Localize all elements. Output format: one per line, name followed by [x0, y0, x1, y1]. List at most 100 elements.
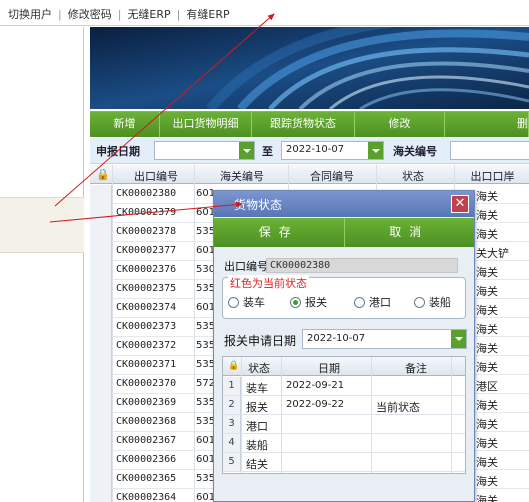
seamless-erp-link[interactable]: 无缝ERP [127, 8, 170, 21]
cell-status: 装船 [246, 439, 268, 452]
row-header[interactable] [90, 261, 112, 280]
row-header[interactable] [90, 299, 112, 318]
row-number: 3 [223, 415, 241, 433]
radio-label: 港口 [369, 296, 391, 309]
cell-export-no: CK00002377 [116, 245, 177, 256]
cell-date: 2022-09-22 [286, 399, 345, 410]
chevron-down-icon[interactable] [239, 142, 254, 159]
radio-dot[interactable] [354, 296, 365, 308]
table-row[interactable]: 2 报关 2022-09-22 当前状态 [223, 396, 465, 415]
to-label: 至 [262, 145, 273, 158]
date-to-field[interactable]: 2022-10-07 [281, 141, 384, 160]
declare-date-label: 申报日期 [96, 145, 140, 158]
cell-export-port: 海关 [476, 304, 498, 317]
cancel-button[interactable]: 取消 [345, 218, 475, 247]
selected-nav-item[interactable] [0, 197, 84, 253]
change-password-link[interactable]: 修改密码 [68, 8, 112, 21]
cell-export-no: CK00002379 [116, 207, 177, 218]
separator: | [58, 8, 62, 21]
row-header[interactable] [90, 413, 112, 432]
row-header[interactable] [90, 280, 112, 299]
cell-export-port: 海关 [476, 361, 498, 374]
table-row[interactable]: 4 装船 [223, 434, 465, 453]
table-row[interactable]: 5 结关 [223, 453, 465, 472]
row-header[interactable] [90, 356, 112, 375]
radio-label: 报关 [305, 296, 327, 309]
save-button[interactable]: 保存 [214, 218, 345, 247]
cell-export-no: CK00002372 [116, 340, 177, 351]
delete-button[interactable]: 删 [445, 112, 529, 137]
dialog-button-bar: 保存 取消 [214, 218, 474, 247]
lock-icon: 🔒 [96, 168, 110, 181]
col-date: 日期 [318, 362, 340, 375]
col-note: 备注 [405, 362, 427, 375]
cell-export-no: CK00002370 [116, 378, 177, 389]
table-row[interactable]: 3 港口 [223, 415, 465, 434]
status-history-table: 🔒 状态 日期 备注 1 装车 2022-09-21 2 报关 2022-09-22 当前状… [222, 356, 466, 474]
decl-date-label: 报关申请日期 [224, 334, 297, 348]
cell-export-no: CK00002380 [116, 188, 177, 199]
chevron-down-icon[interactable] [368, 142, 383, 159]
close-icon[interactable]: ✕ [451, 195, 469, 213]
cell-status: 报关 [246, 401, 268, 414]
export-no-label: 出口编号: [224, 260, 272, 273]
status-legend: 红色为当前状态 [228, 275, 309, 291]
date-to-value: 2022-10-07 [286, 144, 345, 155]
cell-export-port: 海关 [476, 190, 498, 203]
row-header[interactable] [90, 451, 112, 470]
add-button[interactable]: 新增 [90, 112, 160, 137]
col-contract-no[interactable]: 合同编号 [288, 168, 376, 184]
radio-dot[interactable] [228, 296, 239, 308]
row-header[interactable] [90, 470, 112, 489]
track-goods-status-button[interactable]: 跟踪货物状态 [252, 112, 355, 137]
goods-status-dialog: 货物状态 ✕ 保存 取消 出口编号: CK00002380 红色为当前状态 装车… [213, 190, 475, 502]
radio-dot[interactable] [414, 296, 425, 308]
col-export-port[interactable]: 出口口岸 [456, 168, 529, 184]
banner-art [90, 27, 529, 109]
col-customs-no[interactable]: 海关编号 [196, 168, 288, 184]
dialog-title-bar[interactable]: 货物状态 ✕ [214, 191, 474, 217]
row-header[interactable] [90, 185, 112, 204]
cell-export-port: 海关 [476, 228, 498, 241]
seamed-erp-link[interactable]: 有缝ERP [186, 8, 229, 21]
radio-label: 装车 [243, 296, 265, 309]
cell-export-port: 海关 [476, 437, 498, 450]
row-header[interactable] [90, 337, 112, 356]
cell-export-no: CK00002369 [116, 397, 177, 408]
decl-date-field[interactable]: 2022-10-07 [302, 329, 467, 349]
radio-port[interactable]: 港口 [354, 294, 391, 310]
row-header[interactable] [90, 204, 112, 223]
col-export-no[interactable]: 出口编号 [116, 168, 196, 184]
row-number: 5 [223, 453, 241, 471]
separator: | [176, 8, 181, 21]
row-header[interactable] [90, 242, 112, 261]
radio-declare[interactable]: 报关 [290, 294, 327, 310]
row-header[interactable] [90, 432, 112, 451]
cell-export-port: 海关 [476, 342, 498, 355]
radio-dot-selected[interactable] [290, 296, 301, 308]
search-bar: 申报日期 至 2022-10-07 海关编号 [90, 138, 529, 164]
col-status: 状态 [248, 362, 270, 375]
date-from-field[interactable] [154, 141, 255, 160]
radio-shipping[interactable]: 装船 [414, 294, 451, 310]
row-header[interactable] [90, 318, 112, 337]
cell-status: 结关 [246, 458, 268, 471]
switch-user-link[interactable]: 切换用户 [8, 8, 52, 21]
customs-no-input[interactable] [450, 141, 529, 160]
grid-header: 🔒 出口编号 海关编号 合同编号 状态 出口口岸 [90, 165, 529, 184]
customs-no-label: 海关编号 [393, 145, 437, 158]
cell-export-no: CK00002366 [116, 454, 177, 465]
edit-button[interactable]: 修改 [355, 112, 445, 137]
row-header[interactable] [90, 375, 112, 394]
separator: | [117, 8, 122, 21]
col-status[interactable]: 状态 [376, 168, 450, 184]
cell-export-no: CK00002373 [116, 321, 177, 332]
row-header[interactable] [90, 223, 112, 242]
table-row[interactable]: 1 装车 2022-09-21 [223, 377, 465, 396]
radio-loading[interactable]: 装车 [228, 294, 265, 310]
row-header[interactable] [90, 489, 112, 502]
export-goods-detail-button[interactable]: 出口货物明细 [160, 112, 252, 137]
chevron-down-icon[interactable] [451, 330, 466, 348]
cell-export-port: 海关 [476, 285, 498, 298]
row-header[interactable] [90, 394, 112, 413]
